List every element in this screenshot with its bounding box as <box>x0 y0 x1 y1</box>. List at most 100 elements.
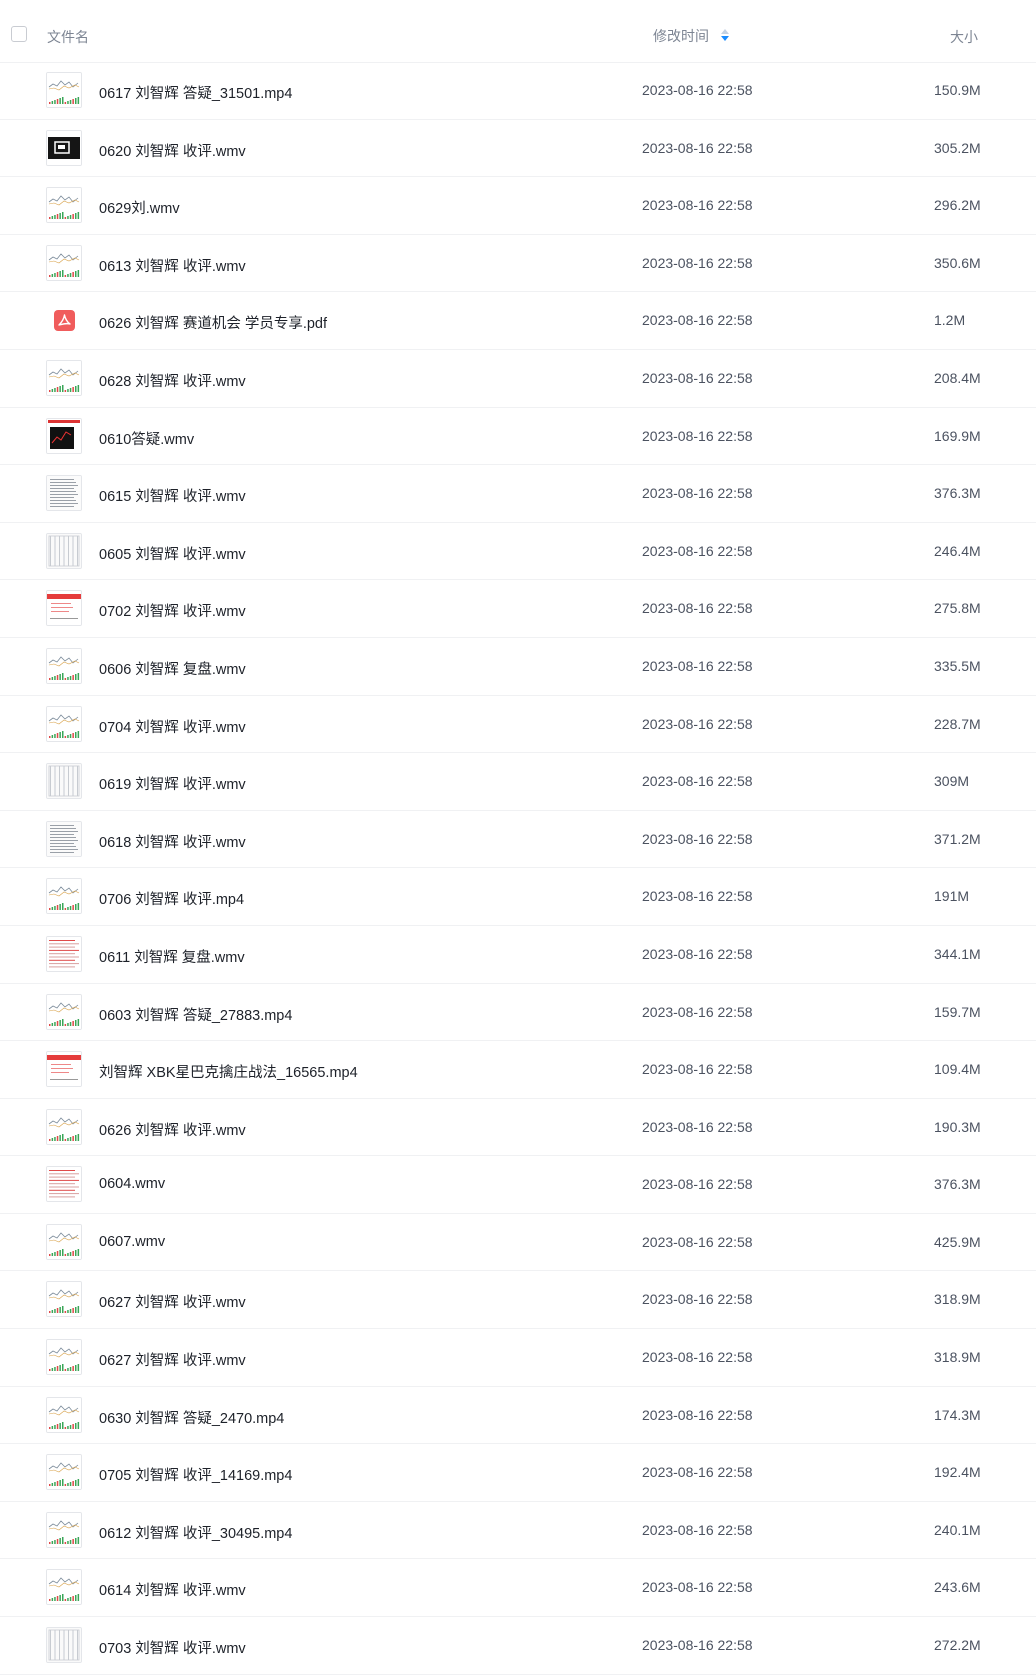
video-thumbnail[interactable] <box>46 1108 82 1145</box>
file-name[interactable]: 0704 刘智辉 收评.wmv <box>99 716 246 737</box>
file-size: 246.4M <box>934 542 981 559</box>
file-name[interactable]: 0613 刘智辉 收评.wmv <box>99 255 246 276</box>
file-name[interactable]: 0611 刘智辉 复盘.wmv <box>99 946 245 967</box>
file-modified-time: 2023-08-16 22:58 <box>642 1233 753 1250</box>
file-name[interactable]: 0620 刘智辉 收评.wmv <box>99 140 246 161</box>
video-thumbnail[interactable] <box>46 763 82 800</box>
file-name[interactable]: 0618 刘智辉 收评.wmv <box>99 831 246 852</box>
file-name[interactable]: 0607.wmv <box>99 1234 165 1250</box>
file-name[interactable]: 刘智辉 XBK星巴克擒庄战法_16565.mp4 <box>99 1061 358 1082</box>
file-row[interactable]: 0628 刘智辉 收评.wmv 2023-08-16 22:58 208.4M <box>0 350 1036 408</box>
file-row[interactable]: 0620 刘智辉 收评.wmv 2023-08-16 22:58 305.2M <box>0 120 1036 178</box>
file-row[interactable]: 0615 刘智辉 收评.wmv 2023-08-16 22:58 376.3M <box>0 465 1036 523</box>
pdf-icon[interactable] <box>54 310 75 332</box>
file-modified-time: 2023-08-16 22:58 <box>642 1176 753 1193</box>
video-thumbnail[interactable] <box>46 417 82 454</box>
video-thumbnail[interactable] <box>46 1339 82 1376</box>
file-modified-time: 2023-08-16 22:58 <box>642 254 753 271</box>
file-row[interactable]: 0626 刘智辉 收评.wmv 2023-08-16 22:58 190.3M <box>0 1099 1036 1157</box>
file-name[interactable]: 0626 刘智辉 赛道机会 学员专享.pdf <box>99 312 327 333</box>
file-size: 371.2M <box>934 830 981 847</box>
file-row[interactable]: 0704 刘智辉 收评.wmv 2023-08-16 22:58 228.7M <box>0 696 1036 754</box>
video-thumbnail[interactable] <box>46 1569 82 1606</box>
video-thumbnail[interactable] <box>46 1396 82 1433</box>
file-modified-time: 2023-08-16 22:58 <box>642 427 753 444</box>
file-name[interactable]: 0619 刘智辉 收评.wmv <box>99 773 246 794</box>
file-row[interactable]: 0627 刘智辉 收评.wmv 2023-08-16 22:58 318.9M <box>0 1329 1036 1387</box>
sort-icon[interactable] <box>720 27 730 43</box>
video-thumbnail[interactable] <box>46 820 82 857</box>
file-row[interactable]: 0610答疑.wmv 2023-08-16 22:58 169.9M <box>0 408 1036 466</box>
video-thumbnail[interactable] <box>46 475 82 512</box>
file-name[interactable]: 0629刘.wmv <box>99 197 180 218</box>
file-name[interactable]: 0605 刘智辉 收评.wmv <box>99 543 246 564</box>
file-row[interactable]: 刘智辉 XBK星巴克擒庄战法_16565.mp4 2023-08-16 22:58… <box>0 1041 1036 1099</box>
file-name[interactable]: 0603 刘智辉 答疑_27883.mp4 <box>99 1004 292 1025</box>
file-name[interactable]: 0606 刘智辉 复盘.wmv <box>99 658 246 679</box>
file-row[interactable]: 0612 刘智辉 收评_30495.mp4 2023-08-16 22:58 240… <box>0 1502 1036 1560</box>
file-size: 318.9M <box>934 1291 981 1308</box>
file-name[interactable]: 0628 刘智辉 收评.wmv <box>99 370 246 391</box>
file-name[interactable]: 0630 刘智辉 答疑_2470.mp4 <box>99 1407 284 1428</box>
file-name[interactable]: 0705 刘智辉 收评_14169.mp4 <box>99 1464 292 1485</box>
column-header-modified-time[interactable]: 修改时间 <box>653 26 709 46</box>
video-thumbnail[interactable] <box>46 1511 82 1548</box>
file-row[interactable]: 0619 刘智辉 收评.wmv 2023-08-16 22:58 309M <box>0 753 1036 811</box>
file-row[interactable]: 0705 刘智辉 收评_14169.mp4 2023-08-16 22:58 192… <box>0 1444 1036 1502</box>
video-thumbnail[interactable] <box>46 129 82 166</box>
video-thumbnail[interactable] <box>46 1627 82 1664</box>
video-thumbnail[interactable] <box>46 590 82 627</box>
file-row[interactable]: 0607.wmv 2023-08-16 22:58 425.9M <box>0 1214 1036 1272</box>
file-row[interactable]: 0706 刘智辉 收评.mp4 2023-08-16 22:58 191M <box>0 868 1036 926</box>
file-row[interactable]: 0604.wmv 2023-08-16 22:58 376.3M <box>0 1156 1036 1214</box>
file-name[interactable]: 0627 刘智辉 收评.wmv <box>99 1291 246 1312</box>
file-name[interactable]: 0702 刘智辉 收评.wmv <box>99 600 246 621</box>
file-name[interactable]: 0706 刘智辉 收评.mp4 <box>99 888 244 909</box>
video-thumbnail[interactable] <box>46 532 82 569</box>
file-modified-time: 2023-08-16 22:58 <box>642 197 753 214</box>
file-size: 272.2M <box>934 1637 981 1654</box>
file-row[interactable]: 0605 刘智辉 收评.wmv 2023-08-16 22:58 246.4M <box>0 523 1036 581</box>
video-thumbnail[interactable] <box>46 993 82 1030</box>
video-thumbnail[interactable] <box>46 1281 82 1318</box>
file-name[interactable]: 0604.wmv <box>99 1176 165 1192</box>
video-thumbnail[interactable] <box>46 647 82 684</box>
file-row[interactable]: 0629刘.wmv 2023-08-16 22:58 296.2M <box>0 177 1036 235</box>
video-thumbnail[interactable] <box>46 705 82 742</box>
file-row[interactable]: 0606 刘智辉 复盘.wmv 2023-08-16 22:58 335.5M <box>0 638 1036 696</box>
file-name[interactable]: 0627 刘智辉 收评.wmv <box>99 1349 246 1370</box>
video-thumbnail[interactable] <box>46 1454 82 1491</box>
file-row[interactable]: 0630 刘智辉 答疑_2470.mp4 2023-08-16 22:58 174.… <box>0 1387 1036 1445</box>
file-name[interactable]: 0703 刘智辉 收评.wmv <box>99 1637 246 1658</box>
file-row[interactable]: 0618 刘智辉 收评.wmv 2023-08-16 22:58 371.2M <box>0 811 1036 869</box>
file-row[interactable]: 0617 刘智辉 答疑_31501.mp4 2023-08-16 22:58 150… <box>0 62 1036 120</box>
file-name[interactable]: 0614 刘智辉 收评.wmv <box>99 1579 246 1600</box>
file-name[interactable]: 0612 刘智辉 收评_30495.mp4 <box>99 1522 292 1543</box>
file-row[interactable]: 0614 刘智辉 收评.wmv 2023-08-16 22:58 243.6M <box>0 1559 1036 1618</box>
file-row[interactable]: 0613 刘智辉 收评.wmv 2023-08-16 22:58 350.6M <box>0 235 1036 293</box>
video-thumbnail[interactable] <box>46 244 82 281</box>
column-header-name[interactable]: 文件名 <box>47 27 89 47</box>
file-name[interactable]: 0617 刘智辉 答疑_31501.mp4 <box>99 82 292 103</box>
video-thumbnail[interactable] <box>46 878 82 915</box>
video-thumbnail[interactable] <box>46 72 82 108</box>
file-name[interactable]: 0615 刘智辉 收评.wmv <box>99 485 246 506</box>
file-row[interactable]: 0611 刘智辉 复盘.wmv 2023-08-16 22:58 344.1M <box>0 926 1036 984</box>
file-row[interactable]: 0627 刘智辉 收评.wmv 2023-08-16 22:58 318.9M <box>0 1271 1036 1330</box>
column-header-size[interactable]: 大小 <box>950 27 978 47</box>
file-name[interactable]: 0626 刘智辉 收评.wmv <box>99 1119 246 1140</box>
file-row[interactable]: 0626 刘智辉 赛道机会 学员专享.pdf 2023-08-16 22:58 1.… <box>0 292 1036 350</box>
video-thumbnail[interactable] <box>46 187 82 224</box>
video-thumbnail[interactable] <box>46 359 82 396</box>
file-row[interactable]: 0703 刘智辉 收评.wmv 2023-08-16 22:58 272.2M <box>0 1617 1036 1675</box>
file-modified-time: 2023-08-16 22:58 <box>642 542 753 559</box>
select-all-checkbox[interactable] <box>11 26 27 42</box>
file-row[interactable]: 0603 刘智辉 答疑_27883.mp4 2023-08-16 22:58 159… <box>0 984 1036 1042</box>
video-thumbnail[interactable] <box>46 1051 82 1088</box>
file-name[interactable]: 0610答疑.wmv <box>99 428 194 449</box>
video-thumbnail[interactable] <box>46 1166 82 1203</box>
video-thumbnail[interactable] <box>46 1223 82 1260</box>
video-thumbnail[interactable] <box>46 935 82 972</box>
file-row[interactable]: 0702 刘智辉 收评.wmv 2023-08-16 22:58 275.8M <box>0 580 1036 638</box>
file-size: 376.3M <box>934 1176 981 1193</box>
